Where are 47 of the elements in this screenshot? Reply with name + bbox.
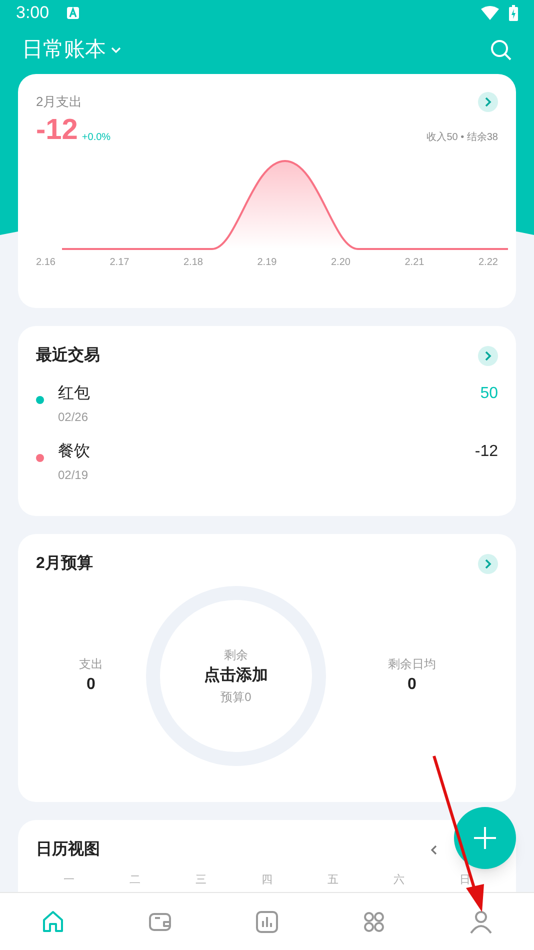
search-icon[interactable]	[490, 39, 512, 61]
card-title: 最近交易	[36, 345, 100, 366]
stat-value: 0	[408, 675, 416, 695]
weekday-label: 日	[460, 873, 470, 888]
weekday-label: 三	[196, 873, 206, 888]
chevron-right-icon[interactable]	[478, 92, 498, 112]
chevron-down-icon[interactable]	[110, 46, 122, 54]
stat-value: 0	[86, 675, 96, 695]
plus-icon	[474, 827, 496, 849]
axis-label: 2.16	[36, 256, 56, 270]
transaction-date: 02/26	[58, 409, 90, 426]
chevron-right-icon[interactable]	[478, 554, 498, 574]
axis-label: 2.19	[257, 256, 277, 270]
budget-ring[interactable]: 剩余 点击添加 预算0	[146, 586, 326, 766]
status-time: 3:00	[16, 2, 50, 24]
wifi-icon	[481, 6, 499, 20]
transaction-amount: -12	[474, 442, 498, 462]
card-title: 日历视图	[36, 839, 100, 860]
person-icon[interactable]	[468, 908, 494, 934]
transaction-name: 餐饮	[58, 442, 90, 462]
transaction-name: 红包	[58, 384, 90, 404]
change-percent: +0.0%	[82, 131, 111, 145]
weekday-label: 一	[64, 873, 74, 888]
stat-label: 剩余日均	[388, 656, 436, 673]
battery-icon	[509, 5, 518, 21]
income-summary: 收入50 • 结余38	[426, 130, 498, 145]
axis-label: 2.20	[331, 256, 350, 270]
axis-label: 2.17	[110, 256, 130, 270]
bar-chart-icon[interactable]	[254, 908, 280, 934]
transaction-date: 02/19	[58, 467, 90, 484]
expense-card[interactable]: 2月支出 -12+0.0% 收入50 • 结余38 2.16 2.17 2.18 2.19 2.20 2.21 2.22	[18, 74, 516, 308]
expense-amount: -12	[36, 116, 78, 145]
axis-label: 2.21	[404, 256, 424, 270]
card-title: 2月预算	[36, 554, 93, 574]
axis-label: 2.22	[478, 256, 498, 270]
axis-label: 2.18	[184, 256, 203, 270]
weekday-label: 二	[130, 873, 140, 888]
card-title: 2月支出	[36, 93, 82, 112]
chevron-left-icon[interactable]	[430, 844, 438, 856]
weekday-label: 六	[394, 872, 404, 888]
ledger-title[interactable]: 日常账本	[22, 34, 106, 66]
notification-icon	[67, 7, 80, 19]
chevron-right-icon[interactable]	[478, 346, 498, 366]
weekday-label: 四	[262, 873, 272, 888]
weekday-label: 五	[328, 873, 338, 888]
stat-label: 支出	[79, 656, 103, 673]
transaction-amount: 50	[480, 384, 498, 404]
